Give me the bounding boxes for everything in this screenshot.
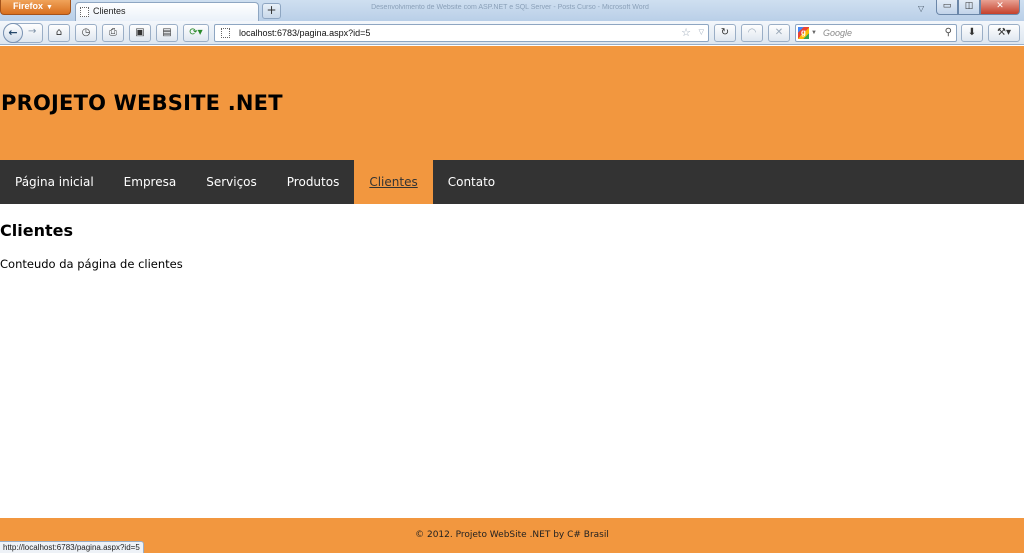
tools-menu-button[interactable]: ⚒▾ (988, 24, 1020, 42)
history-button[interactable]: ◷ (75, 24, 97, 42)
chevron-down-icon[interactable]: ▼ (811, 25, 817, 41)
browser-tab[interactable]: Clientes (75, 2, 259, 21)
forward-button[interactable]: → (28, 26, 36, 37)
main-menu: Página inicial Empresa Serviços Produtos… (0, 160, 1024, 204)
window-controls: ▭ ◫ ✕ (936, 0, 1020, 15)
print-button[interactable]: ⎙ (102, 24, 124, 42)
downloads-button[interactable]: ⬇ (961, 24, 983, 42)
site-title: PROJETO WEBSITE .NET (1, 91, 283, 115)
maximize-button[interactable]: ◫ (958, 0, 980, 15)
page-favicon-icon (221, 28, 230, 38)
page-favicon-icon (80, 7, 89, 17)
chevron-down-icon: ▼ (46, 4, 53, 11)
menu-item-contato[interactable]: Contato (433, 160, 510, 204)
minimize-button[interactable]: ▭ (936, 0, 958, 15)
search-bar[interactable]: g ▼ Google ⚲ (795, 24, 957, 42)
menu-item-clientes[interactable]: Clientes (354, 160, 433, 204)
status-url-tooltip: http://localhost:6783/pagina.aspx?id=5 (0, 541, 144, 553)
sync-button[interactable]: ⟳▾ (183, 24, 209, 42)
search-placeholder: Google (823, 28, 853, 38)
menu-item-produtos[interactable]: Produtos (272, 160, 355, 204)
address-bar[interactable]: localhost:6783/pagina.aspx?id=5 ☆ ▽ (214, 24, 709, 42)
menu-item-empresa[interactable]: Empresa (109, 160, 192, 204)
back-forward-group: ← → (3, 23, 43, 43)
search-icon[interactable]: ⚲ (945, 25, 952, 41)
bookmark-star-icon[interactable]: ☆ (681, 25, 691, 41)
back-button[interactable]: ← (3, 23, 23, 43)
new-tab-button[interactable]: + (262, 3, 281, 19)
bookmarks-button[interactable]: ▤ (156, 24, 178, 42)
tab-list-icon[interactable]: ▽ (918, 4, 924, 13)
navigation-toolbar: ← → ⌂ ◷ ⎙ ▣ ▤ ⟳▾ localhost:6783/pagina.a… (0, 21, 1024, 45)
page-content-text: Conteudo da página de clientes (0, 257, 183, 271)
page-title: Clientes (0, 221, 73, 240)
reload-button[interactable]: ↻ (714, 24, 736, 42)
url-history-dropdown-icon[interactable]: ▽ (699, 25, 704, 41)
tab-title: Clientes (93, 6, 126, 16)
screenshot-button[interactable]: ▣ (129, 24, 151, 42)
google-engine-icon[interactable]: g (798, 27, 809, 39)
menu-item-servicos[interactable]: Serviços (191, 160, 272, 204)
close-window-button[interactable]: ✕ (980, 0, 1020, 15)
home-button[interactable]: ⌂ (48, 24, 70, 42)
footer-copyright: © 2012. Projeto WebSite .NET by C# Brasi… (415, 530, 609, 540)
browser-titlebar: Firefox ▼ Clientes + Desenvolvimento de W… (0, 0, 1024, 21)
url-text: localhost:6783/pagina.aspx?id=5 (239, 28, 371, 38)
stop-button[interactable]: ✕ (768, 24, 790, 42)
rss-icon[interactable]: ◠ (741, 24, 763, 42)
menu-item-pagina-inicial[interactable]: Página inicial (0, 160, 109, 204)
firefox-menu-label: Firefox (13, 1, 44, 11)
firefox-menu-button[interactable]: Firefox ▼ (0, 0, 71, 15)
window-title: Desenvolvimento de Website com ASP.NET e… (371, 4, 649, 11)
